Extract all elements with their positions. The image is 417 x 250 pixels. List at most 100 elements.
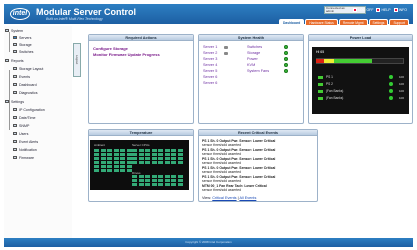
server-1-link[interactable]: Server 1	[203, 45, 217, 49]
sidebar-item-switches[interactable]: Switches	[13, 49, 33, 54]
power-gauge: Hi 65 PS 1 100 PS 2 100 (Fan Banks) 100 …	[312, 47, 409, 114]
sidebar-item-firmware[interactable]: Firmware	[13, 155, 34, 160]
power-bar-warning	[324, 59, 334, 63]
temperature-cell	[120, 157, 125, 160]
temperature-cell	[100, 169, 106, 172]
temperature-cell	[138, 157, 144, 160]
temperature-cell	[100, 149, 106, 152]
sidebar-item-notification[interactable]: Notification	[13, 147, 37, 152]
storage-health-link[interactable]: Storage	[247, 51, 260, 55]
power-row: (Fan Banks)	[318, 89, 343, 93]
sidebar-item-settings[interactable]: Settings	[5, 99, 24, 104]
power-row-label: PS 1	[326, 75, 333, 79]
power-row-value: 100	[398, 89, 404, 93]
status-ok-icon	[389, 89, 393, 93]
event-line: sensor threshold asserted	[202, 179, 242, 183]
status-ok-icon	[284, 57, 288, 61]
temperature-cell	[158, 175, 163, 178]
power-row: PS 1	[318, 75, 333, 79]
temperature-cell	[151, 161, 157, 164]
diagnostics-icon	[13, 90, 17, 95]
info-label: INFO	[398, 8, 407, 12]
server-4-link[interactable]: Server 4	[203, 63, 217, 67]
tab-remote-mgmt[interactable]: Remote Mgmt	[338, 19, 368, 25]
sidebar-item-event-alerts[interactable]: Event Alerts	[13, 139, 38, 144]
app-subtitle: Built on Intel® Multi-Flex Technology	[46, 17, 103, 21]
temperature-cell	[151, 175, 157, 178]
temperature-cell	[107, 165, 112, 168]
system-fans-health-link[interactable]: System Fans	[247, 69, 269, 73]
status-ok-icon	[284, 63, 288, 67]
firmware-update-link[interactable]: Monitor Firmware Update Progress	[93, 52, 160, 57]
tab-settings[interactable]: Settings	[368, 19, 389, 25]
temperature-cell	[158, 153, 163, 156]
panel-title: System Health	[199, 35, 303, 41]
temperature-cell	[100, 153, 106, 156]
server-5-link[interactable]: Server 5	[203, 69, 217, 73]
temperature-cell	[126, 165, 132, 168]
temperature-cell	[151, 183, 157, 186]
server-6-link[interactable]: Server 6	[203, 75, 217, 79]
power-chip-icon	[318, 89, 323, 93]
server-cpus-label: Server CPUs	[132, 143, 150, 147]
sidebar-item-label: Date/Time	[19, 115, 36, 120]
temperature-cell	[145, 179, 150, 182]
power-health-link[interactable]: Power	[247, 57, 258, 61]
wrench-icon	[224, 52, 228, 55]
sidebar-item-label: Storage Layout	[19, 66, 44, 71]
sidebar-item-date-time[interactable]: Date/Time	[13, 115, 35, 120]
tab-support[interactable]: Support	[389, 19, 409, 25]
sidebar-item-reports[interactable]: Reports	[5, 58, 24, 63]
system-icon	[5, 28, 9, 33]
sidebar-item-users[interactable]: Users	[13, 131, 28, 136]
sidebar-item-label: Events	[19, 74, 30, 79]
sidebar-item-storage-layout[interactable]: Storage Layout	[13, 66, 43, 71]
temperature-cell	[145, 153, 150, 156]
sidebar-item-servers[interactable]: Servers	[13, 35, 31, 40]
logout-side-tab[interactable]: Logout	[73, 43, 81, 77]
server-extra-link[interactable]: Server 6	[203, 81, 217, 85]
temperature-cell	[120, 169, 125, 172]
temperature-cell	[113, 161, 119, 164]
switches-health-link[interactable]: Switches	[247, 45, 262, 49]
server-3-link[interactable]: Server 3	[203, 57, 217, 61]
switches-icon	[13, 49, 17, 54]
critical-events-link[interactable]: Critical Events	[212, 196, 236, 200]
tab-hardware-status[interactable]: Hardware Status	[305, 19, 338, 25]
info-link[interactable]: INFO	[393, 8, 407, 12]
temperature-cell	[177, 149, 183, 152]
sidebar-item-label: Settings	[11, 99, 24, 104]
temperature-cell	[126, 161, 132, 164]
panel-title: Recent Critical Events	[199, 130, 317, 136]
help-icon	[376, 8, 381, 12]
power-row-value: 100	[398, 82, 404, 86]
tab-dashboard[interactable]: Dashboard	[279, 19, 305, 25]
sidebar-item-storage[interactable]: Storage	[13, 42, 32, 47]
all-events-link[interactable]: All Events	[239, 196, 256, 200]
sidebar-item-system[interactable]: System	[5, 28, 23, 33]
ip-configuration-icon	[13, 107, 17, 112]
events-view-links: View: Critical Events | All Events	[202, 196, 256, 200]
sidebar-item-ip-configuration[interactable]: IP Configuration	[13, 107, 45, 112]
temperature-cell	[151, 153, 157, 156]
sidebar-nav: System Servers Storage Switches Reports …	[4, 26, 72, 238]
configure-storage-link[interactable]: Configure Storage	[93, 46, 128, 51]
log-off-link[interactable]: LOG OFF	[353, 8, 373, 12]
sidebar-item-dashboard[interactable]: Dashboard	[13, 82, 37, 87]
temperature-cell	[151, 149, 157, 152]
sidebar-item-events[interactable]: Events	[13, 74, 30, 79]
storage-icon	[13, 42, 17, 47]
help-link[interactable]: HELP	[376, 8, 391, 12]
server-2-link[interactable]: Server 2	[203, 51, 217, 55]
event-line: sensor threshold asserted	[202, 188, 242, 192]
temperature-cell	[158, 161, 163, 164]
kvm-health-link[interactable]: KVM	[247, 63, 255, 67]
dashboard-icon	[13, 82, 17, 87]
sidebar-item-snmp[interactable]: SNMP	[13, 123, 29, 128]
sidebar-item-diagnostics[interactable]: Diagnostics	[13, 90, 38, 95]
temperature-cell	[171, 179, 176, 182]
temperature-cell	[138, 183, 144, 186]
temperature-cell	[120, 149, 125, 152]
temperature-cell	[107, 153, 112, 156]
view-label: View:	[202, 196, 212, 200]
